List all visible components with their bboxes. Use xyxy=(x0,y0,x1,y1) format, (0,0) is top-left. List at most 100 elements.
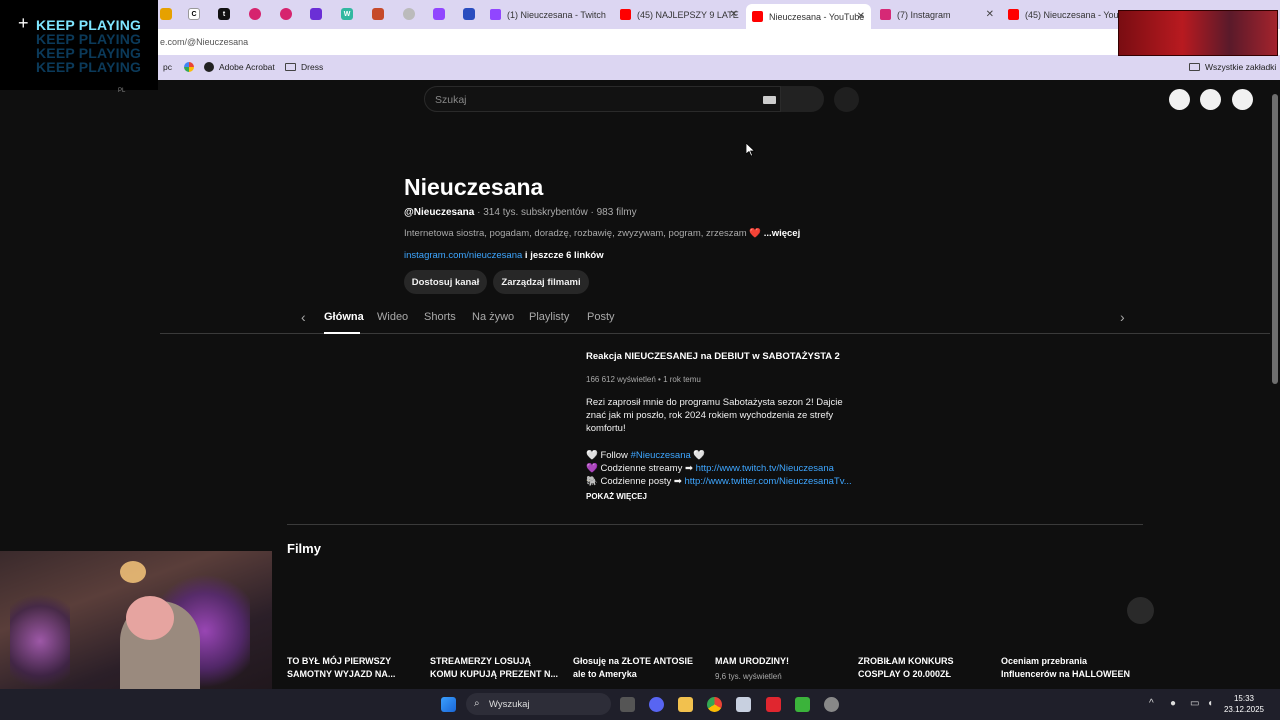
create-icon[interactable] xyxy=(1169,89,1190,110)
search-button[interactable] xyxy=(781,86,824,112)
tab-live[interactable]: Na żywo xyxy=(472,311,514,323)
acrobat-icon xyxy=(204,62,214,72)
pinned-tab[interactable] xyxy=(433,8,445,20)
windows-start-icon[interactable] xyxy=(441,697,456,712)
show-more-button[interactable]: POKAŻ WIĘCEJ xyxy=(586,492,647,501)
scrollbar-thumb[interactable] xyxy=(1272,94,1278,384)
url-text[interactable]: e.com/@Nieuczesana xyxy=(160,37,248,47)
chrome-icon[interactable] xyxy=(707,697,722,712)
close-tab-icon[interactable]: ✕ xyxy=(857,11,865,22)
featured-desc-line: znać jak mi poszło, rok 2024 rokiem wych… xyxy=(586,410,834,421)
pinned-tab[interactable]: t xyxy=(218,8,230,20)
browser-tab-strip: C t W (1) Nieuczesana - Twitch (45) NAJL… xyxy=(0,0,1280,29)
browser-tab[interactable]: (45) NAJLEPSZY 9 LATE ✕ xyxy=(620,4,742,25)
discord-icon[interactable] xyxy=(649,697,664,712)
mouse-cursor-icon xyxy=(746,143,756,157)
close-tab-icon[interactable]: ✕ xyxy=(730,9,738,20)
app-icon[interactable] xyxy=(736,697,751,712)
search-placeholder: Szukaj xyxy=(435,94,467,106)
twitter-link[interactable]: http://www.twitter.com/NieuczesanaTv... xyxy=(684,476,851,487)
tab-posts[interactable]: Posty xyxy=(587,311,615,323)
pinned-tab[interactable] xyxy=(280,8,292,20)
customize-channel-button[interactable]: Dostosuj kanał xyxy=(404,270,487,294)
pinned-tab[interactable] xyxy=(372,8,384,20)
video-card[interactable]: STREAMERZY LOSUJĄ KOMU KUPUJĄ PREZENT N..… xyxy=(430,655,565,680)
bookmark-dress[interactable]: Dress xyxy=(285,62,323,72)
shelf-next-button[interactable] xyxy=(1127,597,1154,624)
overlay-text: KEEP PLAYING xyxy=(36,59,142,75)
video-card[interactable]: Oceniam przebrania Influencerów na HALLOW… xyxy=(1001,655,1136,680)
pinned-tab[interactable]: C xyxy=(188,8,200,20)
channel-name: Nieuczesana xyxy=(404,174,544,200)
pinned-tab[interactable] xyxy=(310,8,322,20)
folder-icon[interactable] xyxy=(678,697,693,712)
chevron-right-icon[interactable]: › xyxy=(1120,309,1125,325)
mic-icon[interactable] xyxy=(834,87,859,112)
pinned-tab[interactable] xyxy=(160,8,172,20)
bookmark-acrobat[interactable]: Adobe Acrobat xyxy=(204,62,275,72)
video-card[interactable]: Głosuję na ZŁOTE ANTOSIE ale to Ameryka xyxy=(573,655,708,680)
bookmark-google[interactable] xyxy=(184,62,199,72)
mic-icon[interactable]: ● xyxy=(1170,698,1176,709)
page-scrollbar[interactable] xyxy=(1270,80,1280,690)
task-view-icon[interactable] xyxy=(620,697,635,712)
close-tab-icon[interactable]: ✕ xyxy=(986,9,994,20)
video-card[interactable]: MAM URODZINY! 9,6 tys. wyświetleń xyxy=(715,655,850,683)
google-icon xyxy=(184,62,194,72)
tab-videos[interactable]: Wideo xyxy=(377,311,408,323)
search-icon: ⌕ xyxy=(474,698,480,709)
pinned-tab[interactable] xyxy=(403,8,415,20)
tab-home[interactable]: Główna xyxy=(324,311,364,323)
featured-video-title[interactable]: Reakcja NIEUCZESANEJ na DEBIUT w SABOTAŻ… xyxy=(586,351,840,362)
tab-shorts[interactable]: Shorts xyxy=(424,311,456,323)
channel-meta: @Nieuczesana · 314 tys. subskrybentów · … xyxy=(404,207,637,218)
youtube-icon xyxy=(620,9,631,20)
channel-links: instagram.com/nieuczesana i jeszcze 6 li… xyxy=(404,250,604,261)
address-bar[interactable]: e.com/@Nieuczesana xyxy=(0,29,1280,55)
keyboard-icon[interactable] xyxy=(763,96,776,104)
network-icon[interactable]: ▭ xyxy=(1190,698,1199,709)
bookmarks-bar: pc Adobe Acrobat Dress Wszystkie zakładk… xyxy=(0,55,1280,80)
browser-tab[interactable]: (45) Nieuczesana - YouT xyxy=(1008,4,1118,25)
taskbar-search[interactable]: ⌕ Wyszukaj xyxy=(466,693,611,715)
channel-handle: @Nieuczesana xyxy=(404,207,475,218)
pinned-tab[interactable]: W xyxy=(341,8,353,20)
app-icon[interactable] xyxy=(766,697,781,712)
notifications-icon[interactable] xyxy=(1200,89,1221,110)
more-links[interactable]: i jeszcze 6 linków xyxy=(522,250,604,261)
section-title: Filmy xyxy=(287,541,321,556)
pinned-tab[interactable] xyxy=(463,8,475,20)
channel-description[interactable]: Internetowa siostra, pogadam, doradzę, r… xyxy=(404,228,800,239)
twitch-icon xyxy=(490,9,501,20)
hashtag-link[interactable]: #Nieuczesana xyxy=(631,450,691,461)
twitch-link[interactable]: http://www.twitch.tv/Nieuczesana xyxy=(696,463,834,474)
search-input[interactable]: Szukaj xyxy=(424,86,781,112)
video-card[interactable]: ZROBIŁAM KONKURS COSPLAY O 20.000ZŁ xyxy=(858,655,993,680)
tab-playlists[interactable]: Playlisty xyxy=(529,311,569,323)
chevron-up-icon[interactable]: ^ xyxy=(1149,698,1154,709)
video-card[interactable]: TO BYŁ MÓJ PIERWSZY SAMOTNY WYJAZD NA... xyxy=(287,655,422,680)
browser-tab-active[interactable]: Nieuczesana - YouTube ✕ xyxy=(746,4,871,29)
featured-follow-line: 🤍 Follow #Nieuczesana 🤍 xyxy=(586,450,706,461)
app-icon[interactable] xyxy=(824,697,839,712)
instagram-link[interactable]: instagram.com/nieuczesana xyxy=(404,250,522,261)
more-link[interactable]: ...więcej xyxy=(764,228,800,239)
browser-tab[interactable]: (7) Instagram ✕ xyxy=(880,4,998,25)
volume-icon[interactable]: ◖ xyxy=(1207,698,1213,709)
featured-desc-line: Rezi zaprosił mnie do programu Sabotażys… xyxy=(586,397,843,408)
browser-tab[interactable]: (1) Nieuczesana - Twitch xyxy=(490,4,618,25)
app-icon[interactable] xyxy=(795,697,810,712)
section-divider xyxy=(287,524,1143,525)
bookmark-all[interactable]: Wszystkie zakładki xyxy=(1189,62,1276,72)
manage-videos-button[interactable]: Zarządzaj filmami xyxy=(493,270,589,294)
avatar[interactable] xyxy=(1232,89,1253,110)
featured-twitter-line: 🐘 Codzienne posty ➡ http://www.twitter.c… xyxy=(586,476,852,487)
bookmark-pc[interactable]: pc xyxy=(163,62,172,72)
pinned-tab[interactable] xyxy=(249,8,261,20)
chevron-left-icon[interactable]: ‹ xyxy=(301,309,306,325)
featured-desc-line: komfortu! xyxy=(586,423,626,434)
folder-icon xyxy=(1189,63,1200,71)
folder-icon xyxy=(285,63,296,71)
lang-indicator: PL xyxy=(118,88,126,94)
taskbar-clock[interactable]: 15:33 23.12.2025 xyxy=(1222,693,1266,715)
